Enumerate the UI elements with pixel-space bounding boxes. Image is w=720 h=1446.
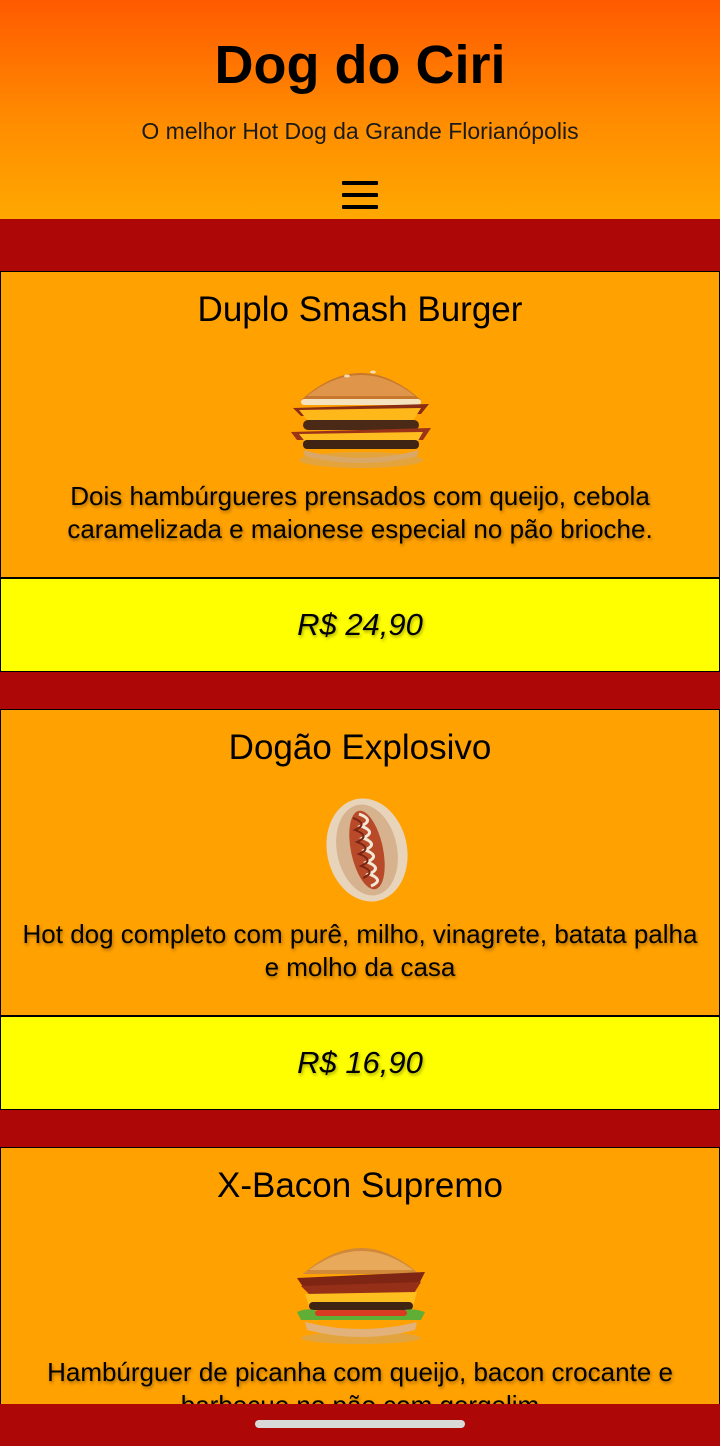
site-title: Dog do Ciri xyxy=(214,35,506,95)
product-body: X-Bacon Supremo Hambúrguer de picanha co… xyxy=(1,1148,719,1404)
product-description: Hot dog completo com purê, milho, vinagr… xyxy=(22,919,698,982)
hamburger-menu-icon[interactable] xyxy=(342,181,378,209)
product-price: R$ 16,90 xyxy=(1,1015,719,1109)
product-name: X-Bacon Supremo xyxy=(217,1166,503,1205)
product-body: Duplo Smash Burger Dois hambúrgueres pre… xyxy=(1,272,719,577)
burger-image xyxy=(297,1248,425,1344)
site-header: Dog do Ciri O melhor Hot Dog da Grande F… xyxy=(0,0,720,219)
burger-image xyxy=(291,370,431,468)
product-card: X-Bacon Supremo Hambúrguer de picanha co… xyxy=(0,1147,720,1404)
product-price: R$ 24,90 xyxy=(1,577,719,671)
product-name: Dogão Explosivo xyxy=(228,728,492,767)
product-description: Hambúrguer de picanha com queijo, bacon … xyxy=(47,1357,673,1404)
product-body: Dogão Explosivo Hot dog completo com pur… xyxy=(1,710,719,1015)
product-name: Duplo Smash Burger xyxy=(197,290,523,329)
product-card: Duplo Smash Burger Dois hambúrgueres pre… xyxy=(0,271,720,672)
hot-dog-image xyxy=(326,798,408,902)
product-card: Dogão Explosivo Hot dog completo com pur… xyxy=(0,709,720,1110)
site-subtitle: O melhor Hot Dog da Grande Florianópolis xyxy=(141,118,579,144)
home-indicator[interactable] xyxy=(255,1420,465,1428)
product-description: Dois hambúrgueres prensados com queijo, … xyxy=(67,481,653,544)
product-list: Duplo Smash Burger Dois hambúrgueres pre… xyxy=(0,219,720,1404)
navigation-bar xyxy=(0,1404,720,1446)
